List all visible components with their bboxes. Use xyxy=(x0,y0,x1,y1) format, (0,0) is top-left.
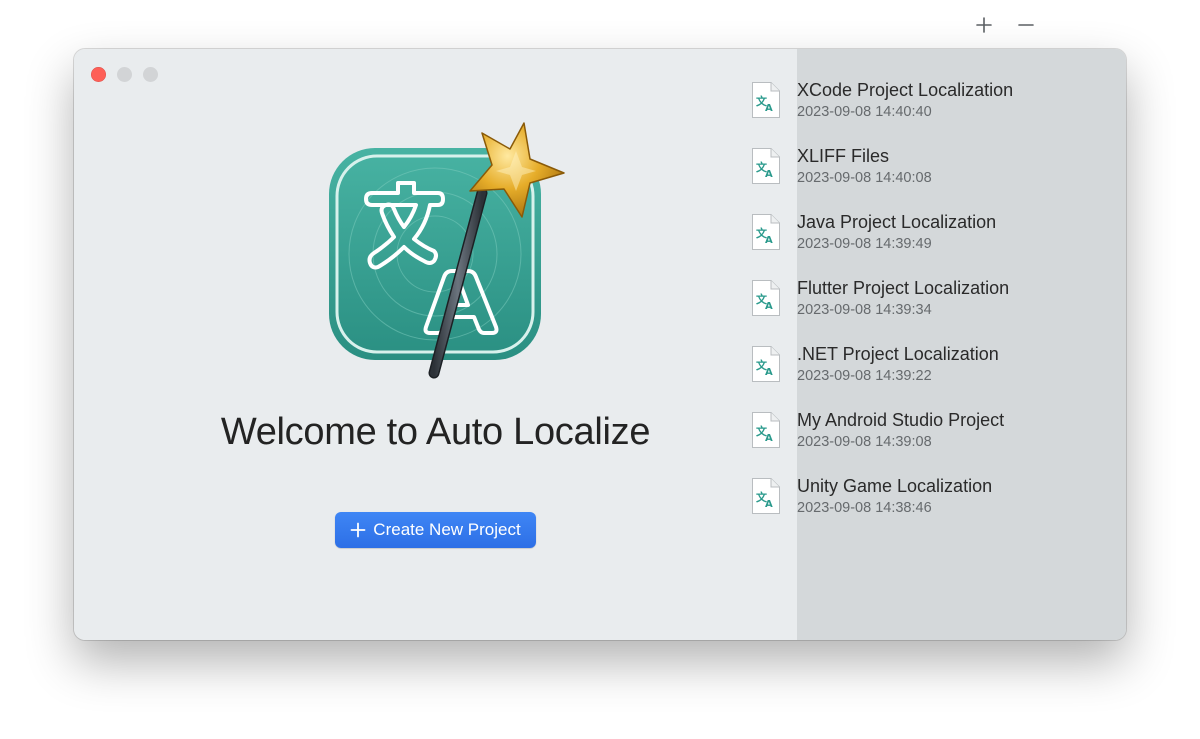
translation-file-icon: 文 A xyxy=(751,213,781,251)
translation-file-icon: 文 A xyxy=(751,345,781,383)
translation-file-icon: 文 A xyxy=(751,411,781,449)
plus-icon xyxy=(976,17,992,33)
remove-project-button[interactable] xyxy=(1015,14,1037,36)
recent-project-title: Unity Game Localization xyxy=(797,476,993,496)
zoom-window-button[interactable] xyxy=(143,67,158,82)
recent-project-date: 2023-09-08 14:39:08 xyxy=(797,434,932,450)
svg-text:A: A xyxy=(765,235,773,246)
translation-file-icon: 文 A xyxy=(751,147,781,185)
recent-project-item[interactable]: 文 A Java Project Localization 2023-09-08 … xyxy=(750,210,1040,276)
recent-project-date: 2023-09-08 14:40:40 xyxy=(797,104,932,120)
svg-text:A: A xyxy=(765,103,773,114)
plus-icon xyxy=(350,522,366,538)
translation-file-icon: 文 A xyxy=(751,279,781,317)
recent-project-date: 2023-09-08 14:38:46 xyxy=(797,500,932,516)
svg-text:A: A xyxy=(765,433,773,444)
welcome-title: Welcome to Auto Localize xyxy=(220,411,651,453)
recent-project-item[interactable]: 文 A Unity Game Localization 2023-09-08 14… xyxy=(750,474,1040,540)
recent-project-title: My Android Studio Project xyxy=(797,410,1005,430)
svg-text:A: A xyxy=(765,301,773,312)
recent-project-date: 2023-09-08 14:39:49 xyxy=(797,236,932,252)
recent-projects-list: 文 A XCode Project Localization 2023-09-08… xyxy=(750,78,1040,540)
recent-project-item[interactable]: 文 A .NET Project Localization 2023-09-08 … xyxy=(750,342,1040,408)
svg-text:A: A xyxy=(765,169,773,180)
recent-project-title: Flutter Project Localization xyxy=(797,278,1010,298)
recent-project-title: XLIFF Files xyxy=(797,146,890,166)
recent-project-date: 2023-09-08 14:39:34 xyxy=(797,302,932,318)
translation-file-icon: 文 A xyxy=(751,477,781,515)
recent-project-title: .NET Project Localization xyxy=(797,344,999,364)
create-new-project-label: Create New Project xyxy=(373,520,521,539)
translation-file-icon: 文 A xyxy=(751,81,781,119)
svg-text:A: A xyxy=(765,499,773,510)
recent-project-item[interactable]: 文 A Flutter Project Localization 2023-09-… xyxy=(750,276,1040,342)
recent-project-title: Java Project Localization xyxy=(797,212,997,232)
welcome-pane: Welcome to Auto Localize Create New Proj… xyxy=(74,49,797,640)
minimize-window-button[interactable] xyxy=(117,67,132,82)
recent-project-title: XCode Project Localization xyxy=(797,80,1014,100)
recent-project-date: 2023-09-08 14:40:08 xyxy=(797,170,932,186)
add-project-button[interactable] xyxy=(973,14,995,36)
recent-project-item[interactable]: 文 A XCode Project Localization 2023-09-08… xyxy=(750,78,1040,144)
svg-text:A: A xyxy=(765,367,773,378)
create-new-project-button[interactable]: Create New Project xyxy=(335,512,536,548)
recent-project-item[interactable]: 文 A My Android Studio Project 2023-09-08 … xyxy=(750,408,1040,474)
app-logo-icon xyxy=(326,121,566,381)
minus-icon xyxy=(1018,24,1034,26)
close-window-button[interactable] xyxy=(91,67,106,82)
recent-project-date: 2023-09-08 14:39:22 xyxy=(797,368,932,384)
recent-project-item[interactable]: 文 A XLIFF Files 2023-09-08 14:40:08 xyxy=(750,144,1040,210)
